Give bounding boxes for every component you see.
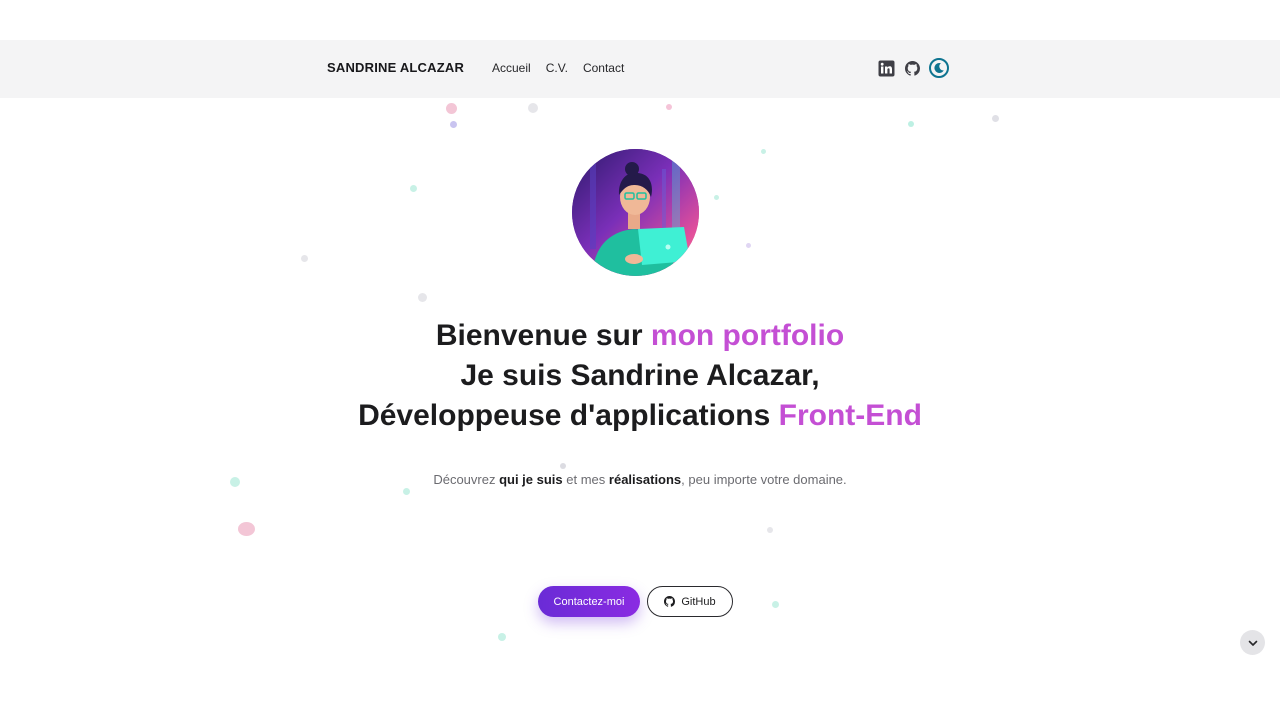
hero-line-3-text: Développeuse d'applications [358,399,779,432]
hero-accent-frontend: Front-End [778,399,922,432]
subtitle-bold-who: qui je suis [499,472,563,487]
decor-dot [560,463,566,469]
subtitle-bold-work: réalisations [608,472,682,487]
decor-dot [498,633,506,641]
decor-dot [410,185,417,192]
subtitle-text-1: Découvrez [433,472,500,487]
decor-dot [238,522,255,536]
social-links [877,58,949,78]
decor-dot [746,243,751,248]
scroll-down-button[interactable] [1240,630,1265,655]
nav-link-contact[interactable]: Contact [583,61,624,75]
subtitle-text-3: , peu importe votre domaine. [681,472,847,487]
nav-link-cv[interactable]: C.V. [546,61,568,75]
decor-dot [403,488,410,495]
decor-dot [714,195,719,200]
decor-dot [528,103,538,113]
decor-dot [992,115,999,122]
hero-accent-portfolio: mon portfolio [650,319,845,352]
decor-dot [418,293,427,302]
header-bar: SANDRINE ALCAZAR Accueil C.V. Contact [0,40,1280,98]
github-button-label: GitHub [681,595,716,608]
nav-link-accueil[interactable]: Accueil [492,61,531,75]
decor-dot [767,527,773,533]
decor-dot [772,601,779,608]
theme-toggle-icon[interactable] [929,58,949,78]
linkedin-icon[interactable] [877,59,895,77]
hero-subtitle: Découvrez qui je suis et mes réalisation… [0,472,1280,487]
contact-button[interactable]: Contactez-moi [538,586,640,617]
github-icon [664,596,676,607]
hero-line-1-text: Bienvenue sur [435,319,651,352]
decor-dot [301,255,308,262]
subtitle-text-2: et mes [562,472,609,487]
decor-dot [450,121,457,128]
hero-line-2: Je suis Sandrine Alcazar, [460,359,820,392]
site-brand[interactable]: SANDRINE ALCAZAR [327,60,464,75]
github-icon[interactable] [903,59,921,77]
portfolio-page: SANDRINE ALCAZAR Accueil C.V. Contact Bi… [0,0,1280,720]
decor-dot [908,121,914,127]
hero-line-1: Bienvenue sur mon portfolio [0,316,1280,356]
hero-line-3: Développeuse d'applications Front-End [0,396,1280,436]
main-nav: Accueil C.V. Contact [492,61,624,75]
github-button[interactable]: GitHub [647,586,733,617]
decor-dot [446,103,457,114]
avatar-illustration [572,149,699,276]
decor-dot [761,149,766,154]
decor-dot [666,104,672,110]
hero-heading: Bienvenue sur mon portfolio Je suis Sand… [0,316,1280,436]
chevron-down-icon [1248,640,1257,646]
avatar [572,149,699,276]
